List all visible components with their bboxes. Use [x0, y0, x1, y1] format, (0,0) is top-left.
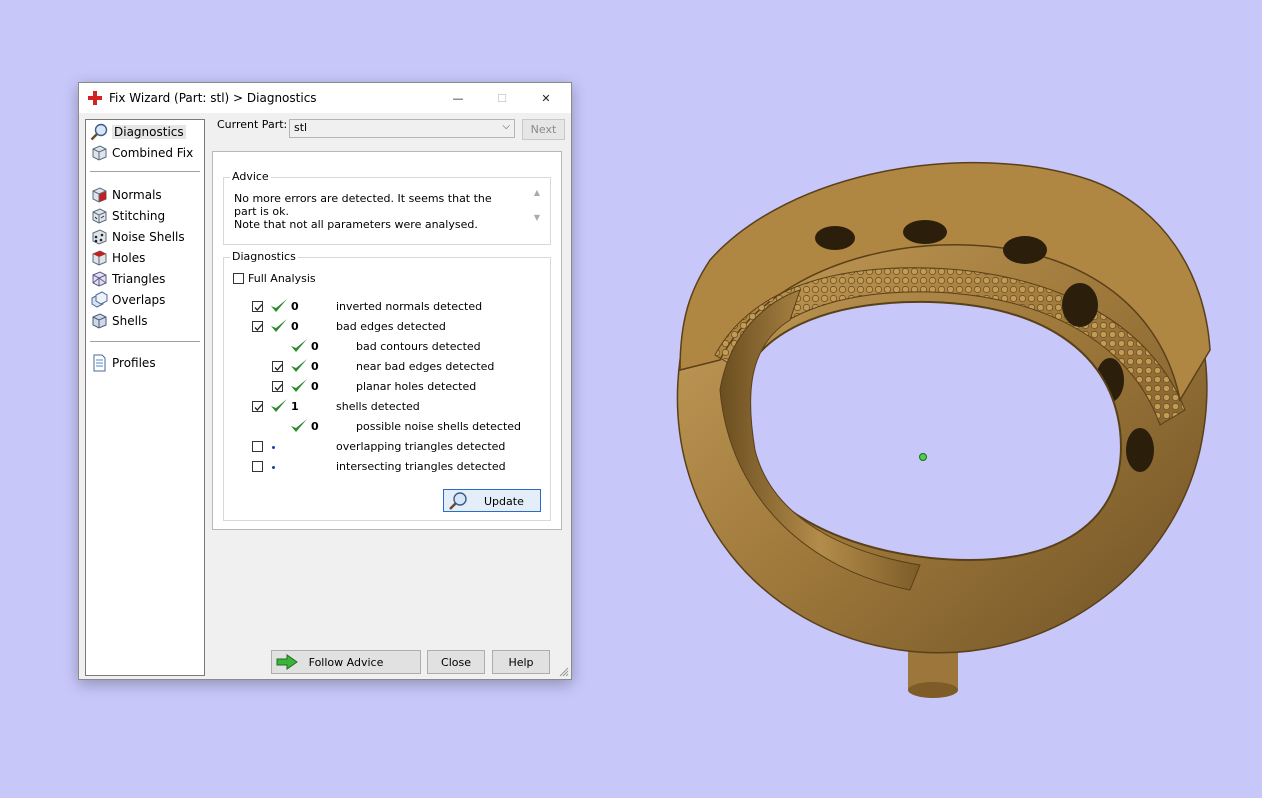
sidebar-item-triangles[interactable]: Triangles	[90, 269, 165, 288]
diagnostics-panel: Advice No more errors are detected. It s…	[212, 151, 562, 530]
row-count: 0	[311, 380, 319, 393]
follow-advice-button[interactable]: Follow Advice	[271, 650, 421, 674]
row-count: 0	[291, 320, 299, 333]
row-label: near bad edges detected	[356, 360, 495, 373]
window-title: Fix Wizard (Part: stl) > Diagnostics	[109, 91, 317, 105]
sidebar-item-normals[interactable]: Normals	[90, 185, 162, 204]
checkmark-icon	[274, 364, 283, 371]
sidebar-item-diagnostics[interactable]: Diagnostics	[90, 122, 186, 141]
green-check-icon	[291, 419, 307, 432]
status-dot	[272, 446, 275, 449]
sidebar-item-noise-shells[interactable]: Noise Shells	[90, 227, 185, 246]
row-checkbox[interactable]	[272, 361, 283, 372]
checkmark-icon	[274, 384, 283, 391]
sidebar-item-combined-fix[interactable]: Combined Fix	[90, 143, 193, 162]
checkmark-icon	[254, 404, 263, 411]
checkmark-icon	[254, 324, 263, 331]
magnifier-icon	[90, 123, 108, 140]
update-button[interactable]: Update	[443, 489, 541, 512]
advice-scrollbar[interactable]: ▲ ▼	[530, 188, 544, 228]
ring-model[interactable]	[640, 150, 1220, 710]
sidebar-divider	[90, 171, 200, 172]
checkmark-icon	[254, 304, 263, 311]
green-check-icon	[271, 399, 287, 412]
row-label: planar holes detected	[356, 380, 477, 393]
row-count: 0	[311, 420, 319, 433]
document-icon	[93, 354, 106, 371]
diagnostics-title: Diagnostics	[230, 250, 298, 263]
advice-title: Advice	[230, 170, 271, 183]
cube-icon	[92, 144, 107, 161]
full-analysis-label: Full Analysis	[248, 272, 316, 285]
row-count: 1	[291, 400, 299, 413]
row-label: shells detected	[336, 400, 420, 413]
status-dot	[272, 466, 275, 469]
minimize-button[interactable]: —	[435, 83, 481, 113]
row-checkbox[interactable]	[252, 441, 263, 452]
row-count: 0	[311, 360, 319, 373]
green-check-icon	[291, 359, 307, 372]
red-cross-icon	[88, 91, 102, 105]
stitching-cube-icon	[92, 207, 107, 224]
advice-group: Advice No more errors are detected. It s…	[223, 170, 551, 245]
holes-cube-icon	[92, 249, 107, 266]
row-label: bad contours detected	[356, 340, 481, 353]
current-part-select[interactable]: stl ⌵	[289, 119, 515, 138]
row-label: inverted normals detected	[336, 300, 483, 313]
magnifier-icon	[449, 492, 467, 510]
row-label: bad edges detected	[336, 320, 446, 333]
wizard-sidebar: Diagnostics Combined Fix Normals Stitchi…	[85, 119, 205, 676]
fix-wizard-dialog: Fix Wizard (Part: stl) > Diagnostics — ☐…	[78, 82, 572, 680]
next-button[interactable]: Next	[522, 119, 565, 140]
green-check-icon	[291, 339, 307, 352]
current-part-label: Current Part:	[217, 118, 288, 131]
row-checkbox[interactable]	[252, 321, 263, 332]
row-checkbox[interactable]	[252, 401, 263, 412]
help-button[interactable]: Help	[492, 650, 550, 674]
row-label: intersecting triangles detected	[336, 460, 506, 473]
chevron-down-icon: ⌵	[502, 121, 510, 132]
row-checkbox[interactable]	[252, 461, 263, 472]
close-button[interactable]: Close	[427, 650, 485, 674]
row-count: 0	[291, 300, 299, 313]
maximize-button[interactable]: ☐	[479, 83, 525, 113]
sidebar-item-profiles[interactable]: Profiles	[90, 353, 156, 372]
full-analysis-checkbox[interactable]	[233, 273, 244, 284]
sidebar-divider	[90, 341, 200, 342]
resize-grip-icon[interactable]	[559, 667, 569, 677]
close-window-button[interactable]: ✕	[523, 83, 569, 113]
overlaps-icon	[91, 290, 108, 308]
title-bar[interactable]: Fix Wizard (Part: stl) > Diagnostics — ☐…	[79, 83, 571, 113]
row-label: possible noise shells detected	[356, 420, 522, 433]
shells-cube-icon	[92, 312, 107, 329]
row-checkbox[interactable]	[252, 301, 263, 312]
green-check-icon	[291, 379, 307, 392]
row-label: overlapping triangles detected	[336, 440, 506, 453]
row-checkbox[interactable]	[272, 381, 283, 392]
sidebar-item-holes[interactable]: Holes	[90, 248, 145, 267]
advice-text: No more errors are detected. It seems th…	[234, 192, 492, 231]
green-check-icon	[271, 299, 287, 312]
triangles-cube-icon	[92, 270, 107, 287]
scroll-down-icon[interactable]: ▼	[530, 213, 544, 222]
sidebar-item-overlaps[interactable]: Overlaps	[90, 290, 165, 309]
sidebar-item-stitching[interactable]: Stitching	[90, 206, 165, 225]
row-count: 0	[311, 340, 319, 353]
diagnostics-group: Diagnostics Full Analysis 0 inverted norm…	[223, 250, 551, 521]
green-arrow-icon	[276, 654, 298, 670]
noise-shells-icon	[92, 228, 107, 245]
scroll-up-icon[interactable]: ▲	[530, 188, 544, 197]
current-part-value: stl	[294, 121, 308, 134]
green-check-icon	[271, 319, 287, 332]
normals-cube-icon	[92, 186, 107, 203]
sidebar-item-shells[interactable]: Shells	[90, 311, 148, 330]
